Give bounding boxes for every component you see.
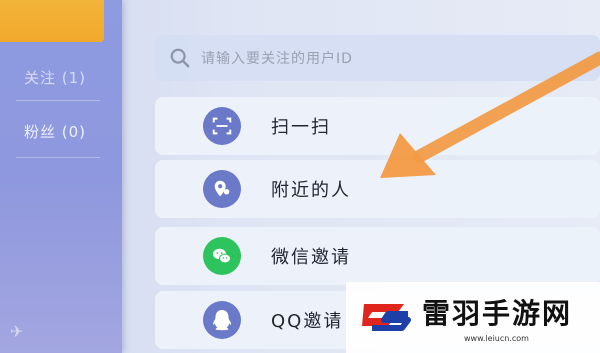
location-pin-icon [203,170,241,208]
divider [16,100,100,101]
search-icon [170,48,190,68]
watermark-url: www.leiucn.com [464,334,529,343]
sidebar-item-fans[interactable]: 粉丝 (0) [0,112,124,150]
sidebar-item-label: 粉丝 (0) [24,122,87,141]
leiyu-logo-icon [362,304,411,331]
sidebar: 关注 (1) 粉丝 (0) ✈ [0,0,122,353]
site-watermark: 雷羽手游网 www.leiucn.com [346,282,600,353]
list-item-nearby[interactable]: 附近的人 [155,160,600,218]
list-item-label: QQ邀请 [271,311,344,332]
list-item-label: 附近的人 [271,180,351,201]
scan-icon [203,107,241,145]
list-item-wechat-invite[interactable]: 微信邀请 [155,227,600,285]
list-item-label: 微信邀请 [271,247,351,268]
search-bar[interactable]: 请输入要关注的用户ID [155,35,600,81]
list-item-label: 扫一扫 [271,117,331,138]
list-item-scan[interactable]: 扫一扫 [155,97,600,155]
sidebar-item-following[interactable]: 关注 (1) [0,58,124,96]
paper-plane-icon: ✈ [10,322,24,341]
watermark-brand: 雷羽手游网 [422,297,573,330]
wechat-icon [203,237,241,275]
sidebar-top-tab[interactable] [0,0,104,42]
qq-icon [203,301,241,339]
divider [16,157,100,158]
sidebar-item-label: 关注 (1) [24,68,87,87]
search-input[interactable]: 请输入要关注的用户ID [201,48,353,68]
